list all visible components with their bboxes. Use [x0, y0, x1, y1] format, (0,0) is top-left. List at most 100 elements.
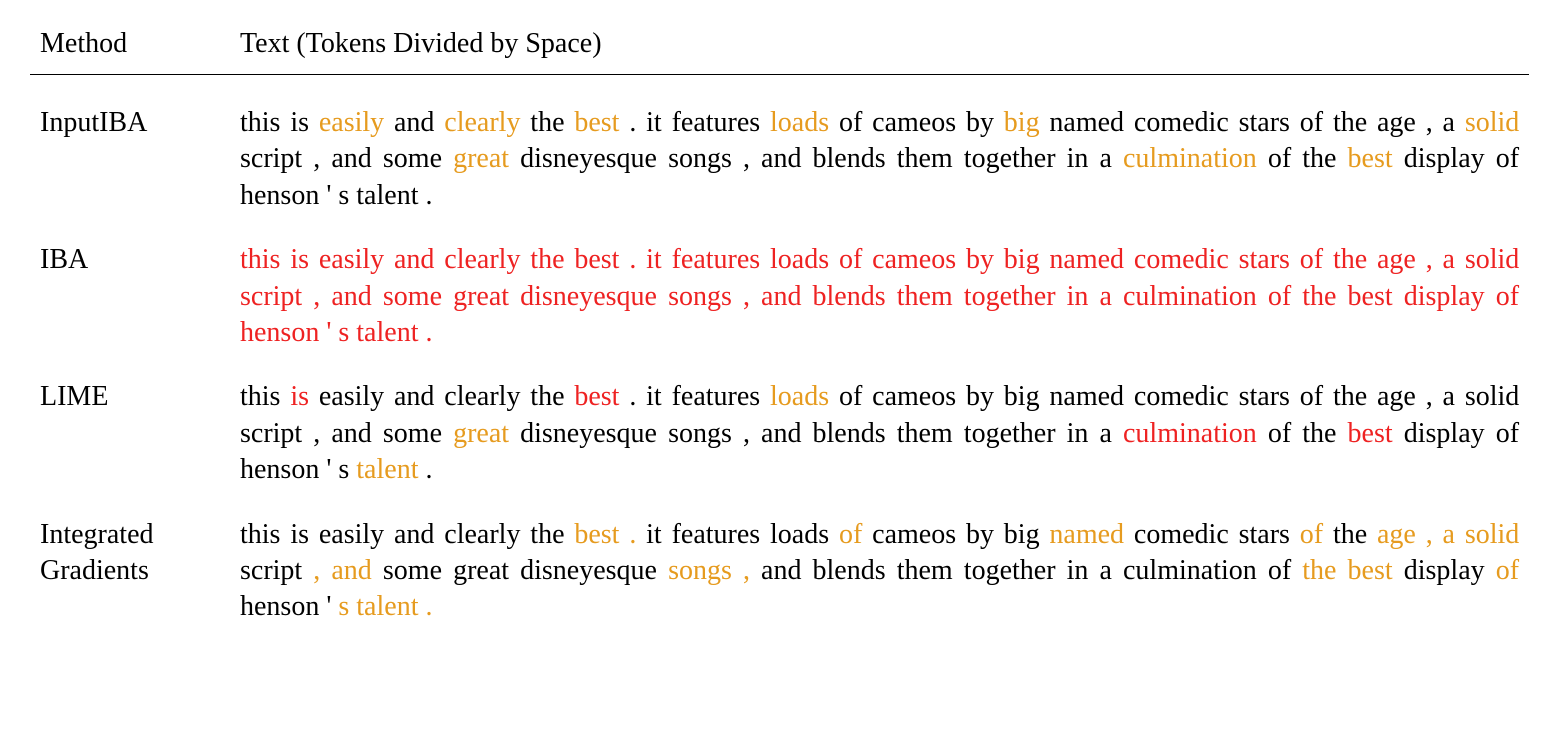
token: features	[672, 244, 761, 275]
token: of	[1268, 555, 1291, 586]
token: songs	[668, 555, 732, 586]
token: stars	[1239, 107, 1290, 138]
token: ,	[313, 281, 320, 312]
token: is	[290, 244, 309, 275]
token: disneyesque	[520, 281, 657, 312]
token: ,	[1426, 107, 1433, 138]
token: together	[964, 418, 1056, 449]
token: songs	[668, 418, 732, 449]
token: of	[839, 244, 862, 275]
method-cell: IBA	[30, 228, 230, 365]
token: some	[383, 418, 442, 449]
token: blends	[813, 418, 886, 449]
token: best	[574, 244, 619, 275]
token: a	[1443, 107, 1455, 138]
method-cell: InputIBA	[30, 91, 230, 228]
token: together	[964, 555, 1056, 586]
token: age	[1377, 381, 1416, 412]
token: the	[1333, 244, 1367, 275]
token: disneyesque	[520, 143, 657, 174]
token: stars	[1239, 244, 1290, 275]
token: and	[761, 281, 801, 312]
token: and	[761, 418, 801, 449]
token: of	[1496, 555, 1519, 586]
token: and	[331, 143, 371, 174]
token: best	[574, 381, 619, 412]
token: of	[839, 107, 862, 138]
token: them	[897, 281, 953, 312]
token: and	[331, 555, 371, 586]
token: is	[290, 519, 309, 550]
token: the	[1302, 418, 1336, 449]
token: henson	[240, 180, 319, 211]
token: .	[425, 317, 432, 348]
token: of	[1300, 107, 1323, 138]
token: a	[1099, 555, 1111, 586]
token: blends	[813, 281, 886, 312]
token: age	[1377, 244, 1416, 275]
token: some	[383, 281, 442, 312]
token: of	[839, 381, 862, 412]
token: of	[1268, 281, 1291, 312]
token: ,	[313, 555, 320, 586]
text-cell: this is easily and clearly the best . it…	[230, 503, 1529, 640]
token: the	[1333, 107, 1367, 138]
token: is	[290, 381, 309, 412]
token: the	[530, 107, 564, 138]
token: cameos	[872, 244, 956, 275]
token: a	[1099, 418, 1111, 449]
token: best	[1348, 281, 1393, 312]
header-text: Text (Tokens Divided by Space)	[230, 20, 1529, 75]
token: culmination	[1123, 281, 1257, 312]
token: culmination	[1123, 418, 1257, 449]
token: s	[338, 180, 349, 211]
token: in	[1067, 418, 1089, 449]
token: and	[761, 555, 801, 586]
token: of	[1496, 143, 1519, 174]
token: easily	[319, 244, 384, 275]
token: blends	[813, 555, 886, 586]
token: named	[1049, 381, 1124, 412]
token: big	[1004, 519, 1040, 550]
token: of	[839, 519, 862, 550]
token: cameos	[872, 519, 956, 550]
token: big	[1004, 381, 1040, 412]
token: age	[1377, 519, 1416, 550]
token: this	[240, 519, 280, 550]
token: script	[240, 555, 302, 586]
token: named	[1049, 107, 1124, 138]
token: loads	[770, 107, 829, 138]
token: clearly	[444, 244, 520, 275]
token: comedic	[1134, 244, 1229, 275]
token: the	[1302, 555, 1336, 586]
token: in	[1067, 143, 1089, 174]
token: of	[1268, 143, 1291, 174]
token: great	[453, 143, 509, 174]
token: .	[629, 381, 636, 412]
token: ,	[1426, 519, 1433, 550]
token: and	[394, 381, 434, 412]
token: and	[331, 418, 371, 449]
token: clearly	[444, 519, 520, 550]
token: '	[326, 317, 331, 348]
method-cell: Integrated Gradients	[30, 503, 230, 640]
token: display	[1404, 281, 1485, 312]
token: together	[964, 143, 1056, 174]
token: of	[1496, 281, 1519, 312]
token: clearly	[444, 381, 520, 412]
token: talent	[356, 454, 418, 485]
token: solid	[1465, 107, 1519, 138]
token: best	[1348, 143, 1393, 174]
token: great	[453, 281, 509, 312]
token: display	[1404, 143, 1485, 174]
token: .	[629, 244, 636, 275]
text-cell: this is easily and clearly the best . it…	[230, 228, 1529, 365]
token: of	[1300, 381, 1323, 412]
token: comedic	[1134, 381, 1229, 412]
token: .	[425, 591, 432, 622]
token: this	[240, 107, 280, 138]
token: and	[394, 244, 434, 275]
token: ,	[313, 418, 320, 449]
token: best	[1348, 418, 1393, 449]
token: comedic	[1134, 519, 1229, 550]
